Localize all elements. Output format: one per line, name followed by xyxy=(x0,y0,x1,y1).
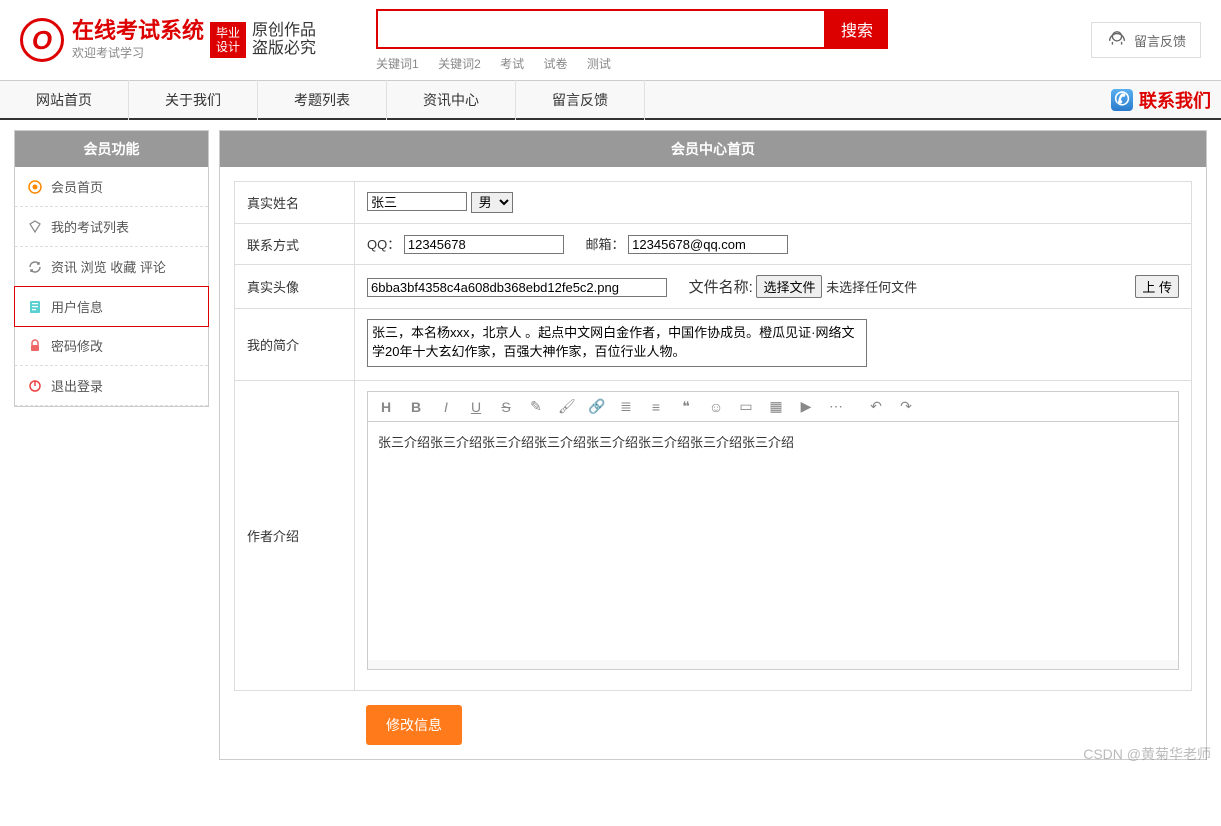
align-icon[interactable]: ≡ xyxy=(648,399,664,415)
table-icon[interactable]: ▦ xyxy=(768,398,784,415)
paper-icon xyxy=(27,219,43,235)
lock-icon xyxy=(27,338,43,354)
label-contact: 联系方式 xyxy=(235,224,355,265)
label-intro: 我的简介 xyxy=(235,309,355,381)
search-keywords: 关键词1 关键词2 考试 试卷 测试 xyxy=(376,55,888,72)
filename-label: 文件名称: xyxy=(689,279,753,296)
sidebar-item-userinfo[interactable]: 用户信息 xyxy=(14,286,209,327)
user-icon xyxy=(27,299,43,315)
phone-icon: ✆ xyxy=(1111,89,1133,111)
nav-about[interactable]: 关于我们 xyxy=(129,80,258,120)
image-icon[interactable]: ▭ xyxy=(738,398,754,415)
list-icon[interactable]: ≣ xyxy=(618,398,634,415)
badge-original: 原创作品盗版必究 xyxy=(252,22,316,57)
logo[interactable]: O 在线考试系统 欢迎考试学习 毕业设计 原创作品盗版必究 xyxy=(20,18,316,62)
keyword-link[interactable]: 试卷 xyxy=(543,57,567,71)
home-icon xyxy=(27,179,43,195)
author-intro-editor[interactable]: 张三介绍张三介绍张三介绍张三介绍张三介绍张三介绍张三介绍张三介绍 xyxy=(367,421,1179,661)
search-button[interactable]: 搜索 xyxy=(826,9,888,49)
sidebar-item-logout[interactable]: 退出登录 xyxy=(15,366,208,406)
choose-file-button[interactable]: 选择文件 xyxy=(756,275,822,298)
label-author-intro: 作者介绍 xyxy=(235,381,355,691)
main-title: 会员中心首页 xyxy=(220,131,1206,167)
nav-news[interactable]: 资讯中心 xyxy=(387,80,516,120)
video-icon[interactable]: ▶ xyxy=(798,398,814,415)
underline-icon[interactable]: U xyxy=(468,399,484,415)
keyword-link[interactable]: 关键词2 xyxy=(438,57,481,71)
italic-icon[interactable]: I xyxy=(438,399,454,415)
sidebar-item-news[interactable]: 资讯 浏览 收藏 评论 xyxy=(15,247,208,287)
avatar-input[interactable] xyxy=(367,278,667,297)
undo-icon[interactable]: ↶ xyxy=(868,398,884,415)
sidebar-item-password[interactable]: 密码修改 xyxy=(15,326,208,366)
nav-home[interactable]: 网站首页 xyxy=(0,80,129,120)
sidebar-title: 会员功能 xyxy=(15,131,208,167)
intro-textarea[interactable] xyxy=(367,319,867,367)
redo-icon[interactable]: ↷ xyxy=(898,398,914,415)
watermark: CSDN @黄菊华老师 xyxy=(1083,744,1211,764)
keyword-link[interactable]: 考试 xyxy=(500,57,524,71)
qq-input[interactable] xyxy=(404,235,564,254)
keyword-link[interactable]: 关键词1 xyxy=(376,57,419,71)
site-title: 在线考试系统 xyxy=(72,19,204,43)
headset-icon xyxy=(1106,29,1128,51)
submit-button[interactable]: 修改信息 xyxy=(366,705,462,745)
editor-resize-handle[interactable] xyxy=(367,660,1179,670)
strike-icon[interactable]: S xyxy=(498,399,514,415)
email-label: 邮箱： xyxy=(586,237,625,252)
quote-icon[interactable]: ❝ xyxy=(678,398,694,415)
power-icon xyxy=(27,378,43,394)
gender-select[interactable]: 男 xyxy=(471,192,513,213)
nav-feedback[interactable]: 留言反馈 xyxy=(516,80,645,120)
nav-questions[interactable]: 考题列表 xyxy=(258,80,387,120)
label-realname: 真实姓名 xyxy=(235,182,355,224)
sidebar-item-exams[interactable]: 我的考试列表 xyxy=(15,207,208,247)
contact-us[interactable]: ✆ 联系我们 xyxy=(1111,87,1211,113)
bold-icon[interactable]: B xyxy=(408,399,424,415)
editor-toolbar: H B I U S ✎ 🖌 🔗 ≣ ≡ ❝ ☺ ▭ xyxy=(367,391,1179,421)
upload-button[interactable]: 上 传 xyxy=(1135,275,1179,298)
feedback-button[interactable]: 留言反馈 xyxy=(1091,22,1201,58)
emoji-icon[interactable]: ☺ xyxy=(708,399,724,415)
no-file-text: 未选择任何文件 xyxy=(826,280,917,295)
brush-icon[interactable]: 🖌 xyxy=(558,398,574,415)
email-input[interactable] xyxy=(628,235,788,254)
keyword-link[interactable]: 测试 xyxy=(587,57,611,71)
sidebar-item-home[interactable]: 会员首页 xyxy=(15,167,208,207)
link-icon[interactable]: 🔗 xyxy=(588,398,604,415)
qq-label: QQ： xyxy=(367,237,400,252)
search-input[interactable] xyxy=(376,9,826,49)
refresh-icon xyxy=(27,259,43,275)
site-subtitle: 欢迎考试学习 xyxy=(72,44,204,61)
realname-input[interactable] xyxy=(367,192,467,211)
label-avatar: 真实头像 xyxy=(235,265,355,309)
badge-graduation: 毕业设计 xyxy=(210,22,246,59)
heading-icon[interactable]: H xyxy=(378,399,394,415)
more-icon[interactable]: ⋯ xyxy=(828,398,844,415)
highlighter-icon[interactable]: ✎ xyxy=(528,398,544,415)
